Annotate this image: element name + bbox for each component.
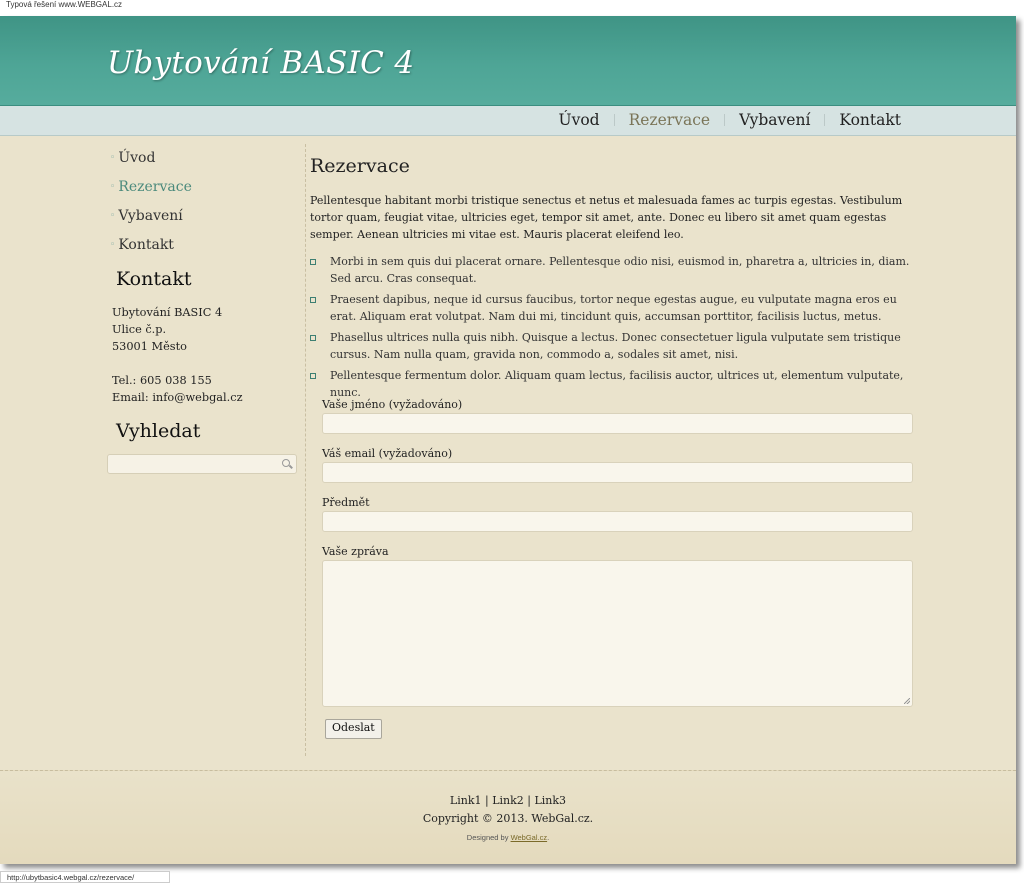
bullet-icon: ◦ (110, 153, 116, 163)
list-item: Praesent dapibus, neque id cursus faucib… (310, 291, 914, 325)
message-label: Vaše zpráva (322, 545, 389, 558)
column-divider (305, 144, 306, 756)
nav-separator (724, 114, 726, 126)
name-label: Vaše jméno (vyžadováno) (322, 398, 463, 411)
sidebar-item-vybaveni[interactable]: ◦ Vybavení (110, 208, 183, 224)
designed-by-prefix: Designed by (466, 833, 511, 842)
footer-link-2[interactable]: Link2 (492, 794, 524, 807)
main-nav: Úvod Rezervace Vybavení Kontakt (559, 111, 901, 129)
top-navbar: Úvod Rezervace Vybavení Kontakt (0, 106, 1016, 136)
designer-link[interactable]: WebGal.cz (511, 833, 548, 842)
footer-links: Link1 | Link2 | Link3 (0, 794, 1016, 807)
sidebar-item-label: Kontakt (118, 237, 174, 253)
header: Ubytování BASIC 4 (0, 16, 1016, 106)
sidebar-item-uvod[interactable]: ◦ Úvod (110, 150, 155, 166)
list-item: Morbi in sem quis dui placerat ornare. P… (310, 253, 914, 287)
bullet-icon: ◦ (110, 182, 116, 192)
nav-separator (824, 114, 826, 126)
footer: Link1 | Link2 | Link3 Copyright © 2013. … (0, 770, 1016, 864)
search-icon[interactable] (282, 459, 290, 467)
site-title[interactable]: Ubytování BASIC 4 (107, 45, 414, 81)
nav-item-uvod[interactable]: Úvod (559, 111, 600, 129)
designed-by: Designed by WebGal.cz. (0, 833, 1016, 842)
resize-handle-icon[interactable] (904, 698, 910, 704)
search-heading: Vyhledat (116, 420, 201, 442)
designed-by-suffix: . (547, 833, 550, 842)
contact-name: Ubytování BASIC 4 (112, 306, 223, 319)
bullet-icon: ◦ (110, 240, 116, 250)
message-textarea[interactable] (322, 560, 913, 707)
sidebar-item-kontakt[interactable]: ◦ Kontakt (110, 237, 174, 253)
browser-status-bar: http://ubytbasic4.webgal.cz/rezervace/ (0, 871, 170, 883)
nav-item-kontakt[interactable]: Kontakt (839, 111, 901, 129)
intro-paragraph: Pellentesque habitant morbi tristique se… (310, 194, 903, 241)
name-field[interactable] (322, 413, 913, 434)
footer-link-separator: | (481, 794, 493, 807)
email-label: Váš email (vyžadováno) (322, 447, 453, 460)
footer-link-1[interactable]: Link1 (450, 794, 482, 807)
contact-phone: Tel.: 605 038 155 (112, 374, 212, 387)
sidebar-item-label: Rezervace (118, 179, 192, 195)
nav-item-vybaveni[interactable]: Vybavení (739, 111, 810, 129)
search-input[interactable] (107, 454, 297, 474)
top-note: Typová řešení www.WEBGAL.cz (6, 0, 123, 9)
page-title: Rezervace (310, 155, 410, 177)
contact-heading: Kontakt (116, 268, 192, 290)
footer-link-separator: | (523, 794, 535, 807)
sidebar-item-label: Úvod (118, 150, 156, 166)
nav-separator (613, 114, 615, 126)
copyright: Copyright © 2013. WebGal.cz. (422, 812, 594, 825)
bullet-icon: ◦ (110, 211, 116, 221)
subject-label: Předmět (322, 496, 370, 509)
list-item: Phasellus ultrices nulla quis nibh. Quis… (310, 329, 914, 363)
list-item: Pellentesque fermentum dolor. Aliquam qu… (310, 367, 914, 401)
submit-button[interactable]: Odeslat (325, 719, 382, 739)
page-frame: Ubytování BASIC 4 Úvod Rezervace Vybaven… (0, 16, 1016, 864)
bullet-list: Morbi in sem quis dui placerat ornare. P… (310, 253, 914, 405)
contact-city: 53001 Město (112, 340, 187, 353)
contact-email: Email: info@webgal.cz (112, 391, 243, 404)
sidebar-item-rezervace[interactable]: ◦ Rezervace (110, 179, 192, 195)
sidebar-item-label: Vybavení (118, 208, 183, 224)
footer-link-3[interactable]: Link3 (534, 794, 566, 807)
nav-item-rezervace[interactable]: Rezervace (629, 111, 710, 129)
contact-street: Ulice č.p. (112, 323, 167, 336)
email-field[interactable] (322, 462, 913, 483)
subject-field[interactable] (322, 511, 913, 532)
